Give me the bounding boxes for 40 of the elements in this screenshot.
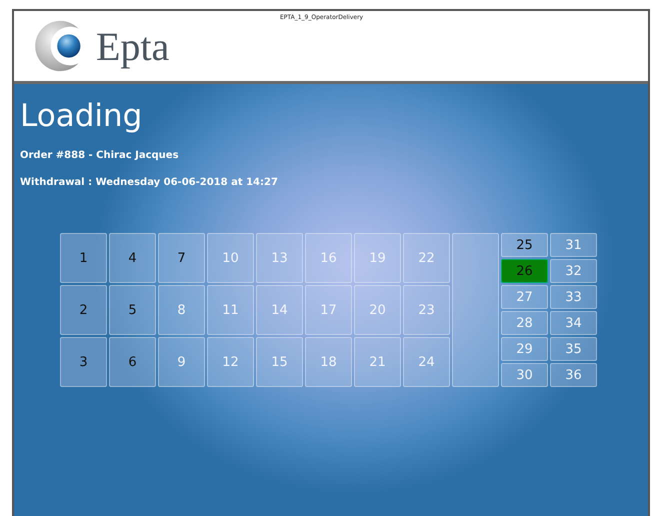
locker-button[interactable]: 28 bbox=[501, 311, 548, 335]
locker-button[interactable]: 11 bbox=[207, 285, 254, 335]
locker-button[interactable]: 34 bbox=[550, 311, 597, 335]
locker-button[interactable]: 6 bbox=[109, 337, 156, 387]
locker-button[interactable]: 2 bbox=[60, 285, 107, 335]
locker-button[interactable]: 15 bbox=[256, 337, 303, 387]
locker-button[interactable]: 3 bbox=[60, 337, 107, 387]
locker-button[interactable]: 35 bbox=[550, 337, 597, 361]
locker-button[interactable]: 30 bbox=[501, 363, 548, 387]
page-title: Loading bbox=[20, 98, 144, 134]
locker-button[interactable]: 36 bbox=[550, 363, 597, 387]
locker-button[interactable]: 20 bbox=[354, 285, 401, 335]
locker-button[interactable]: 8 bbox=[158, 285, 205, 335]
locker-button[interactable]: 18 bbox=[305, 337, 352, 387]
locker-button[interactable]: 25 bbox=[501, 233, 548, 257]
locker-button[interactable]: 17 bbox=[305, 285, 352, 335]
withdrawal-text: Withdrawal : Wednesday 06-06-2018 at 14:27 bbox=[20, 177, 279, 188]
locker-button[interactable]: 27 bbox=[501, 285, 548, 309]
locker-button[interactable]: 16 bbox=[305, 233, 352, 283]
locker-button[interactable]: 26 bbox=[501, 259, 548, 283]
locker-button[interactable]: 22 bbox=[403, 233, 450, 283]
locker-button[interactable]: 10 bbox=[207, 233, 254, 283]
locker-button[interactable]: 31 bbox=[550, 233, 597, 257]
locker-button[interactable]: 4 bbox=[109, 233, 156, 283]
locker-button[interactable]: 9 bbox=[158, 337, 205, 387]
locker-button[interactable]: 24 bbox=[403, 337, 450, 387]
logo-text: Epta bbox=[96, 22, 170, 70]
locker-button[interactable]: 29 bbox=[501, 337, 548, 361]
locker-button[interactable]: 19 bbox=[354, 233, 401, 283]
locker-button[interactable]: 13 bbox=[256, 233, 303, 283]
locker-button[interactable]: 23 bbox=[403, 285, 450, 335]
locker-button[interactable]: 1 bbox=[60, 233, 107, 283]
locker-button[interactable]: 21 bbox=[354, 337, 401, 387]
locker-button[interactable]: 32 bbox=[550, 259, 597, 283]
order-text: Order #888 - Chirac Jacques bbox=[20, 150, 180, 161]
locker-button[interactable]: 5 bbox=[109, 285, 156, 335]
locker-button[interactable]: 14 bbox=[256, 285, 303, 335]
locker-button[interactable]: 33 bbox=[550, 285, 597, 309]
locker-button[interactable]: 7 bbox=[158, 233, 205, 283]
locker-button[interactable]: 12 bbox=[207, 337, 254, 387]
